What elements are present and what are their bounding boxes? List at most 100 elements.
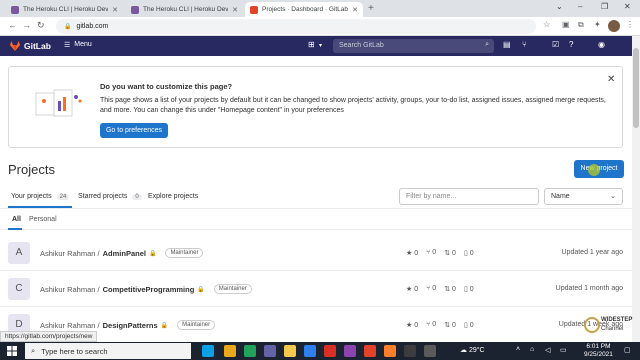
project-name[interactable]: DesignPatterns [103, 321, 158, 330]
help-icon[interactable]: ? [569, 40, 573, 49]
role-badge: Maintainer [213, 284, 252, 294]
search-icon: ⌕ [31, 346, 36, 355]
sort-label: Name [551, 193, 570, 200]
project-namespace: Ashikur Rahman / [40, 248, 100, 258]
extension-icon[interactable]: ▣ [562, 20, 570, 29]
battery-icon[interactable]: ▭ [560, 346, 567, 354]
more-menu-icon[interactable]: ⋮ [626, 20, 634, 29]
close-icon[interactable]: ✕ [352, 6, 358, 14]
project-avatar[interactable]: A [8, 242, 30, 264]
vscode-app-icon[interactable] [304, 345, 316, 357]
merge-requests-icon[interactable]: ⑂ [522, 40, 527, 49]
forks-stat[interactable]: ⑂ 0 [426, 285, 436, 293]
filter-by-name-input[interactable]: Filter by name... [399, 188, 539, 205]
stars-stat[interactable]: ★ 0 [406, 249, 418, 257]
file-explorer-icon[interactable] [284, 345, 296, 357]
gitlab-logo-icon[interactable] [9, 40, 21, 52]
browser-tab-bar: The Heroku CLI | Heroku Dev Ce ✕ The Her… [0, 0, 640, 17]
terminal-app-icon[interactable] [404, 345, 416, 357]
project-namespace: Ashikur Rahman / [40, 320, 100, 330]
merge-request-icon: ⇅ [444, 250, 451, 257]
issues-count: 0 [469, 322, 474, 329]
extension-icon[interactable]: ⧉ [578, 20, 584, 30]
tab-label: Your projects [11, 193, 52, 200]
new-tab-button[interactable]: + [368, 3, 374, 14]
project-row[interactable]: A Ashikur Rahman / AdminPanel 🔒 Maintain… [0, 235, 632, 271]
issues-stat[interactable]: ▯ 0 [464, 321, 474, 329]
teams-app-icon[interactable] [264, 345, 276, 357]
star-bookmark-icon[interactable]: ☆ [543, 20, 550, 29]
close-icon[interactable]: ✕ [232, 6, 238, 14]
project-avatar[interactable]: C [8, 278, 30, 300]
scrollbar-thumb[interactable] [633, 48, 639, 128]
weather-widget[interactable]: ☁ 29°C [460, 346, 485, 354]
merge-requests-stat[interactable]: ⇅ 0 [444, 249, 456, 257]
minimize-icon[interactable]: – [578, 2, 582, 11]
app-icon[interactable] [344, 345, 356, 357]
forks-stat[interactable]: ⑂ 0 [426, 321, 436, 329]
profile-avatar[interactable] [608, 20, 620, 32]
whatsapp-app-icon[interactable] [244, 345, 256, 357]
issues-count: 0 [469, 250, 474, 257]
project-title[interactable]: Ashikur Rahman / CompetitiveProgramming … [40, 284, 252, 294]
forks-stat[interactable]: ⑂ 0 [426, 249, 436, 257]
visibility-tabs: All Personal [0, 208, 632, 230]
taskbar-clock[interactable]: 6:01 PM 9/25/2021 [584, 343, 613, 359]
reload-icon[interactable]: ↻ [37, 20, 45, 31]
gitlab-title[interactable]: GitLab [24, 41, 51, 51]
callout-title: Do you want to customize this page? [100, 82, 233, 91]
tab-explore-projects[interactable]: Explore projects [148, 193, 198, 200]
menu-button[interactable]: ☰ Menu [64, 41, 92, 49]
plus-square-icon[interactable]: ⊞ [308, 40, 315, 49]
search-input[interactable]: Search GitLab ⌕ [333, 39, 494, 53]
windows-start-icon[interactable] [7, 346, 17, 356]
url-field[interactable]: 🔒 gitlab.com [56, 19, 536, 34]
notifications-icon[interactable]: ▢ [624, 346, 631, 354]
merge-requests-stat[interactable]: ⇅ 0 [444, 285, 456, 293]
project-name[interactable]: CompetitiveProgramming [103, 285, 195, 294]
tab-your-projects[interactable]: Your projects 24 [11, 193, 70, 200]
issues-stat[interactable]: ▯ 0 [464, 285, 474, 293]
app-icon[interactable] [364, 345, 376, 357]
forward-icon[interactable]: → [22, 20, 31, 30]
merge-requests-stat[interactable]: ⇅ 0 [444, 321, 456, 329]
browser-tab-active[interactable]: Projects · Dashboard · GitLab ✕ [245, 2, 363, 17]
chevron-down-icon[interactable]: ▾ [319, 42, 322, 49]
puzzle-icon[interactable]: ✦ [594, 20, 601, 29]
search-icon: ⌕ [485, 41, 489, 48]
tab-search-icon[interactable]: ⌄ [556, 2, 563, 11]
chrome-app-icon[interactable] [224, 345, 236, 357]
tab-personal[interactable]: Personal [29, 216, 57, 223]
app-icon[interactable] [424, 345, 436, 357]
merge-request-icon: ⇅ [444, 322, 451, 329]
issues-icon[interactable]: ▤ [503, 40, 511, 49]
maximize-icon[interactable]: ❐ [601, 2, 608, 11]
project-title[interactable]: Ashikur Rahman / DesignPatterns 🔒 Mainta… [40, 320, 216, 330]
tray-chevron-icon[interactable]: ˄ [516, 346, 520, 353]
project-name[interactable]: AdminPanel [103, 249, 146, 258]
taskbar-search-input[interactable]: ⌕ Type here to search [25, 343, 191, 359]
project-row[interactable]: C Ashikur Rahman / CompetitiveProgrammin… [0, 271, 632, 307]
stars-stat[interactable]: ★ 0 [406, 285, 418, 293]
network-icon[interactable]: ⌂ [530, 346, 534, 353]
edge-app-icon[interactable] [202, 345, 214, 357]
todo-icon[interactable]: ☑ [552, 40, 559, 49]
go-to-preferences-button[interactable]: Go to preferences [100, 123, 168, 138]
close-icon[interactable]: ✕ [607, 74, 615, 85]
firefox-app-icon[interactable] [384, 345, 396, 357]
issues-stat[interactable]: ▯ 0 [464, 249, 474, 257]
user-avatar-icon[interactable]: ◉ [598, 40, 605, 49]
tab-starred-projects[interactable]: Starred projects 0 [78, 193, 142, 200]
clock-date: 9/25/2021 [584, 351, 613, 358]
tab-all[interactable]: All [12, 216, 21, 223]
window-close-icon[interactable]: ✕ [624, 2, 631, 11]
sort-dropdown[interactable]: Name ⌄ [544, 188, 623, 205]
browser-tab[interactable]: The Heroku CLI | Heroku Dev Ce ✕ [6, 2, 123, 17]
close-icon[interactable]: ✕ [112, 6, 118, 14]
browser-tab[interactable]: The Heroku CLI | Heroku Dev Ce ✕ [126, 2, 243, 17]
volume-icon[interactable]: ◁ [545, 346, 550, 354]
app-icon[interactable] [324, 345, 336, 357]
project-title[interactable]: Ashikur Rahman / AdminPanel 🔒 Maintainer [40, 248, 204, 258]
back-icon[interactable]: ← [8, 20, 17, 30]
stars-stat[interactable]: ★ 0 [406, 321, 418, 329]
